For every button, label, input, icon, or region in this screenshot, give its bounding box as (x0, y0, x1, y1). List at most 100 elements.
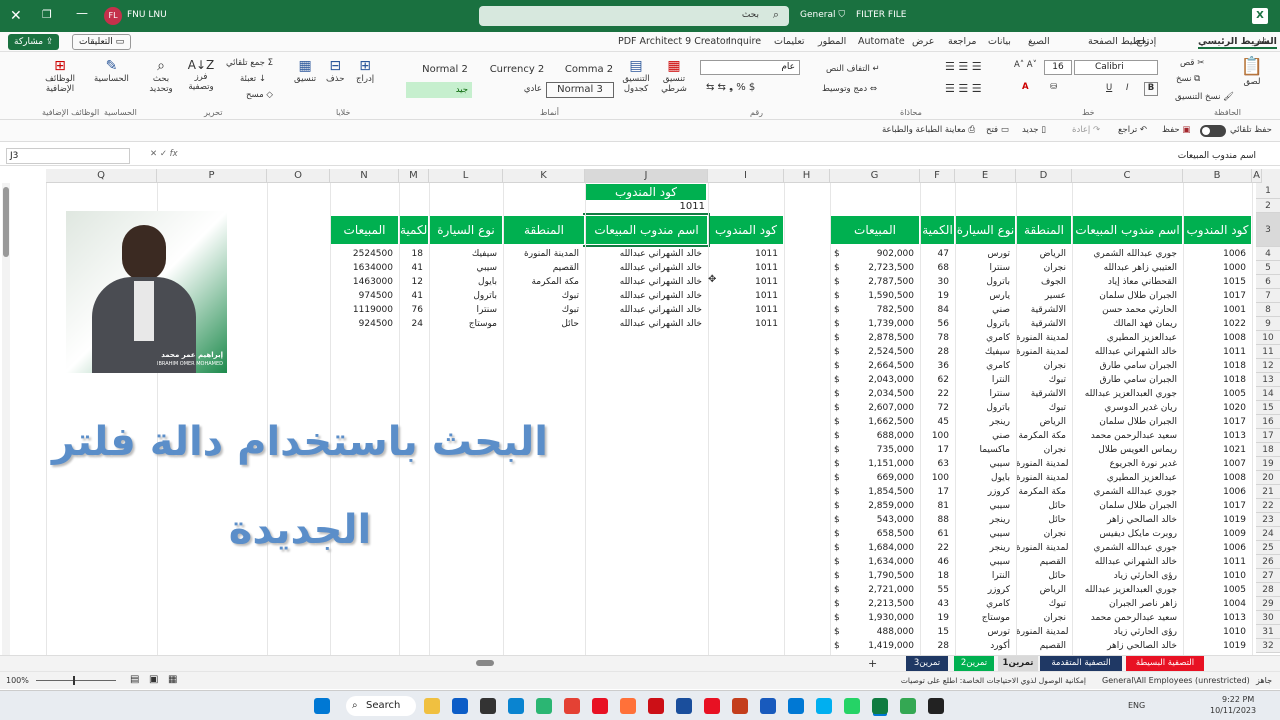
left-table-cell[interactable]: 1017 (1183, 499, 1248, 513)
right-table-cell[interactable]: 924500 (330, 317, 395, 331)
left-table-cell[interactable]: 18 (920, 569, 951, 583)
left-table-cell[interactable]: 1021 (1183, 443, 1248, 457)
fill-color-icon[interactable]: ⛁ (1050, 82, 1057, 92)
left-table-cell[interactable]: 1011 (1183, 345, 1248, 359)
left-table-cell[interactable]: المدينة المنورة (1016, 471, 1068, 485)
left-table-cell[interactable]: 1017 (1183, 289, 1248, 303)
left-table-cell[interactable]: صني (955, 303, 1012, 317)
outlook-icon[interactable] (788, 698, 804, 714)
row-header[interactable]: 21 (1256, 485, 1280, 499)
left-table-cell[interactable]: 28 (920, 345, 951, 359)
right-table-cell[interactable]: خالد الشهراني عبدالله (585, 275, 704, 289)
left-table-cell[interactable]: رينجر (955, 513, 1012, 527)
right-table-cell[interactable]: 18 (399, 247, 425, 261)
edge-icon[interactable] (508, 698, 524, 714)
left-table-cell[interactable]: 84 (920, 303, 951, 317)
style-normal-2[interactable]: Normal 2 (410, 64, 480, 75)
right-table-cell[interactable]: 1011 (708, 275, 780, 289)
left-table-cell[interactable]: نجران (1016, 611, 1068, 625)
left-table-cell[interactable]: 55 (920, 583, 951, 597)
left-table-cell[interactable]: 1018 (1183, 373, 1248, 387)
row-header[interactable]: 4 (1256, 247, 1280, 261)
autosave-toggle[interactable] (1200, 125, 1226, 137)
paste-button[interactable]: 📋 لصق (1237, 56, 1267, 100)
row-header[interactable]: 9 (1256, 317, 1280, 331)
left-table-cell[interactable]: 1001 (1183, 303, 1248, 317)
left-table-cell[interactable]: جوري عبدالله الشمري (1072, 541, 1179, 555)
accessibility-status[interactable]: إمكانية الوصول لذوي الاحتياجات الخاصة: ا… (896, 676, 1086, 685)
taskbar-search[interactable]: ⌕ Search (346, 696, 416, 716)
left-table-cell[interactable]: 81 (920, 499, 951, 513)
widget-icon[interactable] (452, 698, 468, 714)
font-color-icon[interactable]: A (1022, 82, 1029, 92)
save-button[interactable]: حفظ ▣ (1162, 125, 1190, 135)
left-table-cell[interactable]: أكورد (955, 639, 1012, 653)
firefox-icon[interactable] (620, 698, 636, 714)
font-size-select[interactable]: 16 (1044, 60, 1072, 75)
left-table-cell[interactable]: باترول (955, 401, 1012, 415)
tab-7[interactable]: عرض (912, 36, 934, 47)
chrome-icon[interactable] (564, 698, 580, 714)
windows-start-icon[interactable] (314, 698, 330, 714)
row-header[interactable]: 7 (1256, 289, 1280, 303)
right-table-cell[interactable]: 41 (399, 289, 425, 303)
row-header[interactable]: 25 (1256, 541, 1280, 555)
left-table-cell[interactable]: 72 (920, 401, 951, 415)
column-header-b[interactable]: B (1183, 169, 1252, 183)
conditional-format-button[interactable]: ▦ تنسيق شرطي (656, 58, 692, 94)
left-table-cell[interactable]: 1015 (1183, 275, 1248, 289)
clear-button[interactable]: مسح ◇ (246, 90, 273, 100)
left-table-cell[interactable]: 1019 (1183, 639, 1248, 653)
powerpoint-icon[interactable] (732, 698, 748, 714)
left-table-cell[interactable]: الحارثي محمد حسن (1072, 303, 1179, 317)
fill-button[interactable]: تعبئة ↓ (240, 74, 266, 84)
left-table-cell[interactable]: 78 (920, 331, 951, 345)
row-header[interactable]: 5 (1256, 261, 1280, 275)
acrobat-icon[interactable] (704, 698, 720, 714)
left-table-cell[interactable]: خالد الشهراني عبدالله (1072, 345, 1179, 359)
sheet-tab-3[interactable]: تمرين2 (954, 656, 994, 671)
left-table-cell[interactable]: تورس (955, 625, 1012, 639)
right-table-cell[interactable]: 1011 (708, 289, 780, 303)
number-format-icons[interactable]: ⇆ ⇆ ❟ % $ (706, 82, 755, 93)
format-painter-button[interactable]: نسخ التنسيق 🖌 (1175, 92, 1234, 102)
column-header-n[interactable]: N (330, 169, 399, 183)
row-header[interactable]: 24 (1256, 527, 1280, 541)
format-cells-button[interactable]: ▦ تنسيق (294, 58, 316, 84)
left-table-cell[interactable]: باترول (955, 317, 1012, 331)
left-table-cell[interactable]: 1005 (1183, 387, 1248, 401)
left-table-cell[interactable]: سعيد عبدالرحمن محمد (1072, 611, 1179, 625)
row-header[interactable]: 11 (1256, 345, 1280, 359)
left-table-cell[interactable]: سعيد عبدالرحمن محمد (1072, 429, 1179, 443)
tab-3[interactable]: تخطيط الصفحة (1088, 36, 1149, 47)
left-table-cell[interactable]: 36 (920, 359, 951, 373)
align-icons[interactable]: ☰ ☰ ☰ (945, 60, 982, 73)
row-header[interactable]: 2 (1256, 199, 1280, 213)
row-header[interactable]: 12 (1256, 359, 1280, 373)
sensitivity-button[interactable]: ✎ الحساسية (94, 58, 129, 84)
left-table-cell[interactable]: نجران (1016, 527, 1068, 541)
left-table-cell[interactable]: زاهر ناصر الجبران (1072, 597, 1179, 611)
bold-button[interactable]: B (1144, 82, 1158, 96)
left-table-cell[interactable]: 62 (920, 373, 951, 387)
right-table-cell[interactable]: سنترا (429, 303, 499, 317)
right-table-cell[interactable]: باترول (429, 289, 499, 303)
left-table-cell[interactable]: 46 (920, 555, 951, 569)
left-table-cell[interactable]: 1005 (1183, 583, 1248, 597)
tab-10[interactable]: تعليمات (774, 36, 805, 47)
column-header-g[interactable]: G (830, 169, 920, 183)
column-header-h[interactable]: H (784, 169, 830, 183)
right-table-cell[interactable]: 974500 (330, 289, 395, 303)
left-table-cell[interactable]: الجبران سامي طارق (1072, 359, 1179, 373)
left-table-cell[interactable]: سيبي (955, 499, 1012, 513)
right-table-cell[interactable]: 1011 (708, 261, 780, 275)
left-table-cell[interactable]: 63 (920, 457, 951, 471)
row-header[interactable]: 28 (1256, 583, 1280, 597)
left-table-cell[interactable]: 1008 (1183, 331, 1248, 345)
right-table-cell[interactable]: تبوك (503, 289, 581, 303)
right-table-cell[interactable]: مكة المكرمة (503, 275, 581, 289)
style-currency-2[interactable]: Currency 2 (482, 64, 552, 75)
left-table-cell[interactable]: نجران (1016, 261, 1068, 275)
left-table-cell[interactable]: المدينة المنورة (1016, 457, 1068, 471)
right-table-cell[interactable]: خالد الشهراني عبدالله (585, 247, 704, 261)
